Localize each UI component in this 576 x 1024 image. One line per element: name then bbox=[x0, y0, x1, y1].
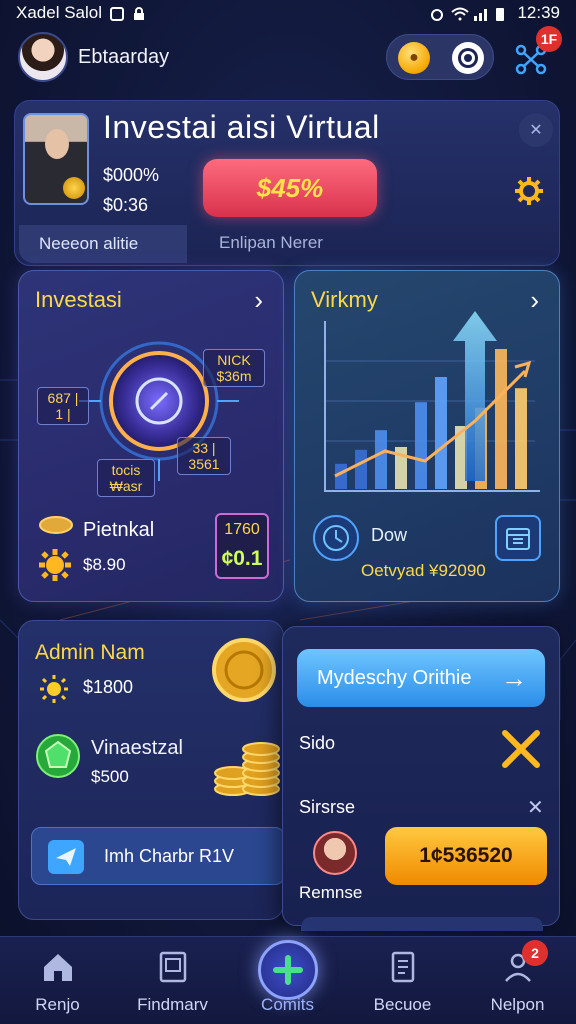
notification-badge: 1F bbox=[536, 26, 562, 52]
alarm-icon bbox=[429, 6, 444, 21]
virtual-sub: Oetvyad ¥92090 bbox=[361, 561, 486, 580]
popup-cta-label: Mydeschy Orithie bbox=[317, 666, 472, 689]
nav-label-profile: Nelpon bbox=[490, 995, 545, 1014]
nav-item-document[interactable]: Becuoe bbox=[345, 937, 460, 1024]
wallet-icon bbox=[159, 951, 187, 983]
user-avatar[interactable] bbox=[18, 32, 68, 82]
hero-title: Investai aisi Virtual bbox=[103, 109, 380, 145]
nav-item-home[interactable]: Renjo bbox=[0, 937, 115, 1024]
badge-1: 687 | 1 | bbox=[37, 387, 89, 425]
nav-center-button[interactable] bbox=[258, 940, 318, 1000]
pietnkal-label: Pietnkal bbox=[83, 519, 155, 541]
growth-chart bbox=[324, 311, 540, 492]
hero-card: Investai aisi Virtual $000% $0:36 $45% ✕… bbox=[14, 100, 560, 266]
status-time: 12:39 bbox=[517, 3, 560, 22]
popup-dismiss-button[interactable] bbox=[499, 727, 543, 771]
signal-icon bbox=[473, 6, 488, 21]
action-popup: Mydeschy Orithie → Sido Sirsrse ✕ Remnse… bbox=[282, 626, 560, 931]
growth-bar bbox=[495, 349, 507, 489]
gear-icon bbox=[515, 177, 543, 205]
calendar-icon bbox=[506, 528, 530, 550]
virtual-card[interactable]: Virkmy › Dow Oetvyad ¥92090 bbox=[294, 270, 560, 602]
hero-amount-1: $000% bbox=[103, 165, 160, 185]
tab-inactive[interactable]: Enlipan Nerer bbox=[219, 233, 323, 253]
gear-icon bbox=[39, 549, 71, 581]
hero-close-button[interactable]: ✕ bbox=[519, 113, 553, 147]
close-icon[interactable]: ✕ bbox=[527, 795, 544, 820]
badge-3: tocis ₩asr bbox=[97, 459, 155, 497]
nav-item-profile[interactable]: Nelpon bbox=[460, 937, 575, 1024]
coin-stack-icon bbox=[214, 742, 280, 796]
dow-label: Dow bbox=[371, 525, 408, 545]
lock-status-icon bbox=[132, 6, 146, 20]
close-icon bbox=[502, 730, 540, 768]
value-box-top: 1760 bbox=[224, 521, 260, 538]
admin-amount-2: $500 bbox=[91, 767, 129, 786]
nav-notification-badge: 2 bbox=[522, 940, 548, 966]
bowl-icon bbox=[39, 516, 73, 534]
record-icon bbox=[461, 51, 475, 65]
popup-amount-button[interactable]: 1¢536520 bbox=[385, 827, 547, 885]
badge-2: NICK $36m bbox=[203, 349, 265, 387]
arrow-right-icon: → bbox=[501, 663, 527, 693]
document-icon bbox=[391, 951, 415, 983]
popup-row-1: Sido bbox=[299, 733, 336, 753]
username: Ebtaarday bbox=[78, 46, 170, 68]
investasi-title: Investasi bbox=[35, 287, 122, 312]
clock-button[interactable] bbox=[313, 515, 359, 561]
settings-button[interactable] bbox=[513, 175, 545, 207]
popup-peek-item bbox=[301, 917, 543, 931]
popup-avatar bbox=[313, 831, 357, 875]
investasi-card[interactable]: Investasi › 687 | 1 | NICK $36m tocis ₩a… bbox=[18, 270, 284, 602]
plus-icon bbox=[273, 955, 303, 985]
popup-row-3: Remnse bbox=[299, 883, 363, 902]
growth-bar bbox=[435, 377, 447, 489]
record-toggle-button[interactable] bbox=[452, 42, 484, 74]
badge-4: 33 | 3561 bbox=[177, 437, 231, 475]
popup-row-2: Sirsrse bbox=[299, 797, 356, 817]
hero-portrait bbox=[23, 113, 89, 205]
growth-bar bbox=[375, 430, 387, 489]
value-box-bottom: ¢0.1 bbox=[221, 547, 263, 570]
emerald-icon bbox=[36, 734, 80, 778]
admin-amount-1: $1800 bbox=[83, 677, 134, 697]
admin-bar-label: Imh Charbr R1V bbox=[104, 846, 235, 866]
gold-coin-icon bbox=[212, 638, 276, 702]
tab-active[interactable]: Neeeon alitie bbox=[19, 225, 187, 263]
battery-icon bbox=[495, 6, 509, 21]
admin-label-2: Vinaestzal bbox=[91, 737, 183, 759]
paper-plane-icon bbox=[48, 840, 84, 874]
hero-amount-2: $0:36 bbox=[103, 195, 149, 215]
app-header: Ebtaarday ● 1F bbox=[0, 26, 576, 90]
value-box[interactable]: 1760 ¢0.1 bbox=[215, 513, 269, 579]
wifi-icon bbox=[451, 6, 470, 21]
growth-bar bbox=[415, 402, 427, 489]
sun-icon bbox=[40, 675, 68, 703]
pietnkal-amount: $8.90 bbox=[83, 555, 126, 574]
admin-title: Admin Nam bbox=[35, 641, 145, 664]
nav-label-home: Renjo bbox=[35, 995, 80, 1014]
coin-icon: ● bbox=[409, 49, 419, 66]
status-left-text: Xadel Salol bbox=[16, 3, 103, 22]
coin-icon bbox=[63, 177, 85, 199]
admin-card[interactable]: Admin Nam $1800 Vinaestzal $500 Imh Char… bbox=[18, 620, 285, 920]
growth-bar bbox=[355, 449, 367, 489]
chat-status-icon bbox=[110, 6, 125, 21]
nav-label-wallet: Findmarv bbox=[137, 995, 208, 1014]
hero-cta-button[interactable]: $45% bbox=[203, 159, 377, 217]
chevron-right-icon[interactable]: › bbox=[254, 285, 263, 316]
home-icon bbox=[44, 954, 72, 981]
coin-button[interactable]: ● bbox=[398, 42, 430, 74]
close-icon: ✕ bbox=[529, 122, 543, 139]
popup-cta-button[interactable]: Mydeschy Orithie → bbox=[297, 649, 545, 707]
status-bar: Xadel Salol 12:39 bbox=[0, 0, 576, 26]
calendar-button[interactable] bbox=[495, 515, 541, 561]
growth-bar bbox=[515, 388, 527, 489]
clock-icon bbox=[323, 525, 349, 551]
nav-item-wallet[interactable]: Findmarv bbox=[115, 937, 230, 1024]
admin-chart-bar[interactable]: Imh Charbr R1V bbox=[31, 827, 285, 885]
nav-label-document: Becuoe bbox=[373, 995, 432, 1014]
